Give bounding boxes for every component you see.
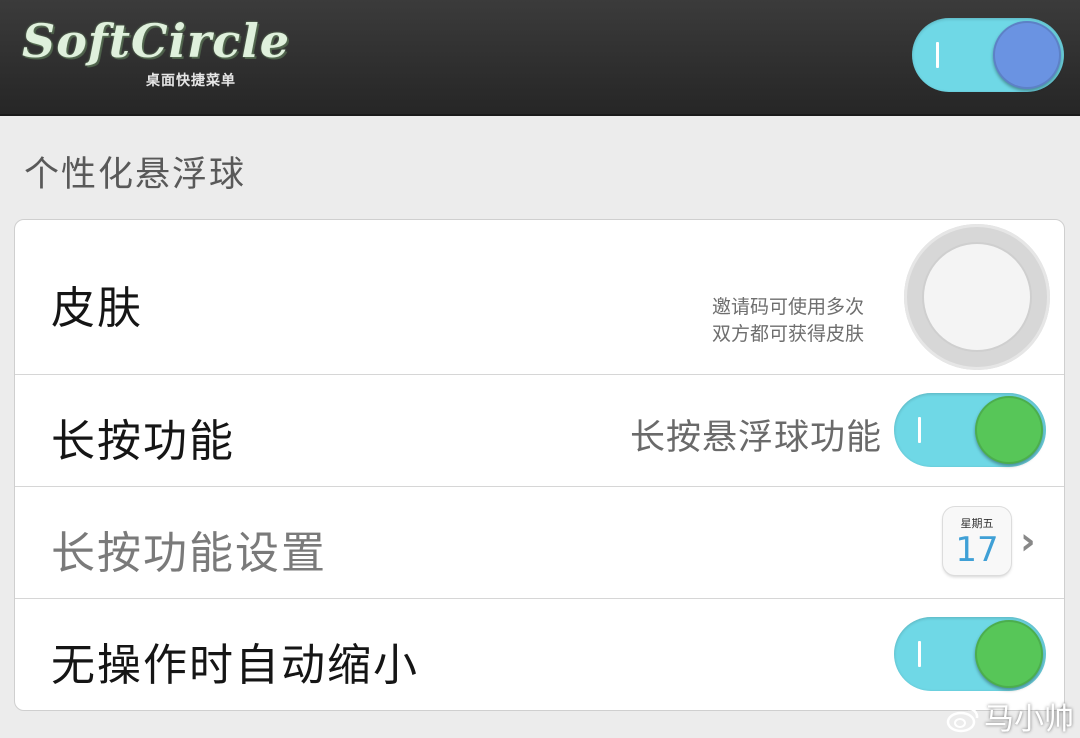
section-title: 个性化悬浮球 (24, 155, 247, 195)
row-label-skin: 皮肤 (51, 283, 143, 334)
master-toggle[interactable] (912, 18, 1064, 92)
row-label-long-press: 长按功能 (51, 416, 235, 467)
logo-subtitle: 桌面快捷菜单 (146, 73, 236, 89)
toggle-on-mark (918, 641, 921, 667)
skin-preview-icon[interactable] (904, 224, 1050, 370)
calendar-day: 17 (955, 530, 999, 570)
app-header: SoftCircle 桌面快捷菜单 (0, 0, 1080, 116)
skin-hint-line1: 邀请码可使用多次 (711, 296, 864, 318)
logo-title: SoftCircle (22, 14, 291, 68)
settings-card: 皮肤 邀请码可使用多次 双方都可获得皮肤 长按功能 长按悬浮球功能 长按功能设置… (14, 219, 1065, 711)
settings-row-long-press: 长按功能 长按悬浮球功能 (15, 375, 1064, 487)
calendar-weekday: 星期五 (960, 517, 994, 530)
toggle-knob (975, 620, 1043, 688)
skin-hint-line2: 双方都可获得皮肤 (711, 323, 864, 345)
row-value-long-press: 长按悬浮球功能 (629, 418, 882, 458)
toggle-knob (975, 396, 1043, 464)
toggle-on-mark (918, 417, 921, 443)
toggle-on-mark (936, 42, 939, 68)
auto-shrink-toggle[interactable] (894, 617, 1046, 691)
weibo-icon (946, 707, 979, 733)
chevron-right-icon: › (1020, 519, 1036, 563)
row-label-long-press-settings: 长按功能设置 (51, 528, 327, 579)
row-label-auto-shrink: 无操作时自动缩小 (51, 640, 419, 691)
watermark-text: 马小帅 (984, 702, 1074, 737)
settings-row-skin[interactable]: 皮肤 邀请码可使用多次 双方都可获得皮肤 (15, 220, 1064, 375)
skin-preview-inner (924, 244, 1030, 350)
settings-row-long-press-settings[interactable]: 长按功能设置 星期五 17 › (15, 487, 1064, 599)
skin-hint: 邀请码可使用多次 双方都可获得皮肤 (712, 294, 864, 348)
toggle-knob (993, 21, 1061, 89)
settings-row-auto-shrink: 无操作时自动缩小 (15, 599, 1064, 711)
long-press-toggle[interactable] (894, 393, 1046, 467)
app-logo: SoftCircle 桌面快捷菜单 (22, 14, 289, 94)
watermark: 马小帅 (946, 694, 1074, 738)
calendar-icon: 星期五 17 (943, 507, 1011, 575)
